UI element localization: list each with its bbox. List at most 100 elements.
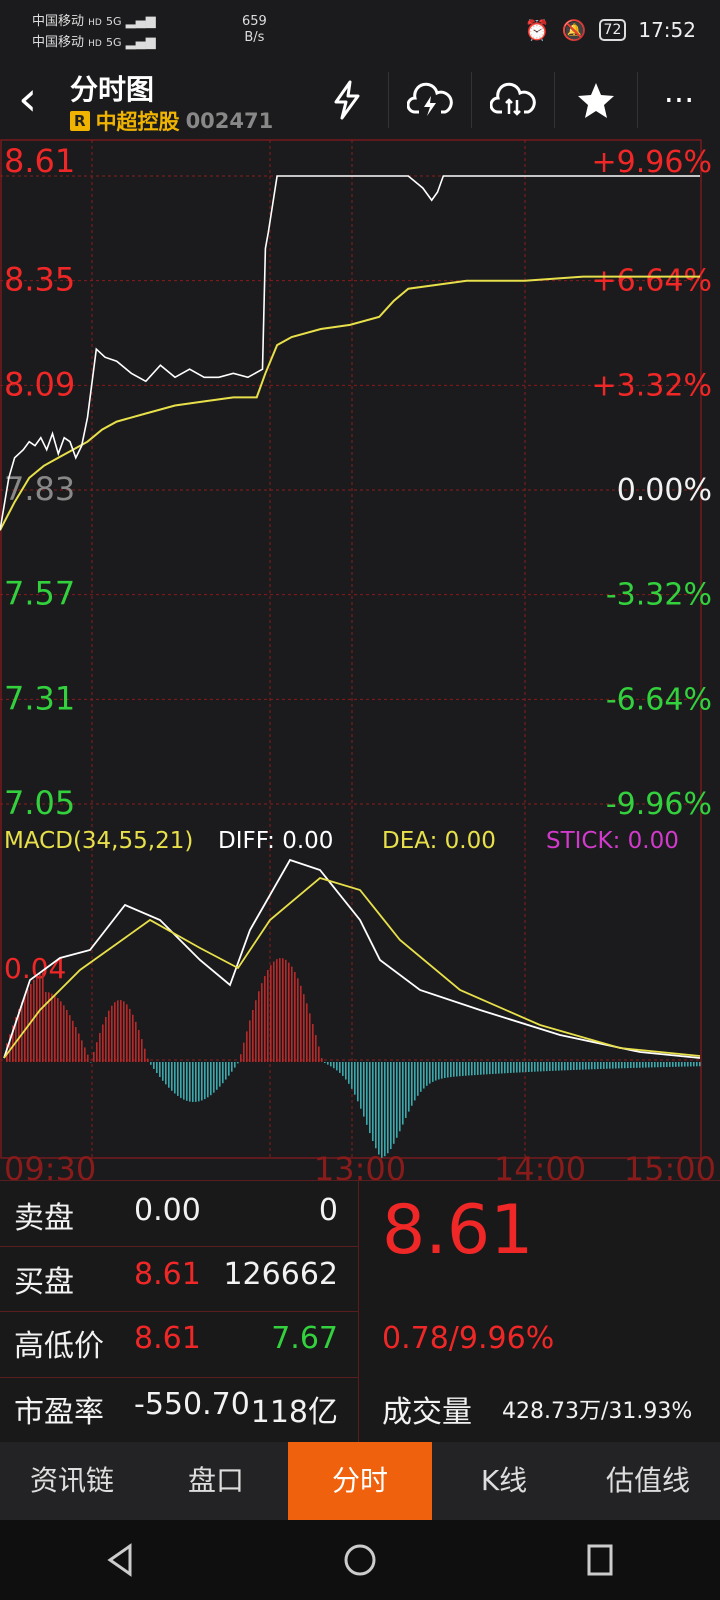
carrier-1: 中国移动: [32, 14, 85, 29]
macd-bar: [90, 1062, 92, 1063]
toolbar-icons: ···: [306, 72, 720, 128]
macd-bar: [177, 1062, 179, 1096]
network-type: 5G: [106, 15, 122, 28]
macd-bar: [663, 1062, 665, 1068]
price-axis-labels: 8.618.358.097.837.577.317.05: [4, 142, 75, 822]
hd-badge-2: HD: [88, 39, 102, 49]
macd-bar: [447, 1062, 449, 1078]
macd-bar: [381, 1062, 383, 1158]
macd-bar: [351, 1062, 353, 1089]
tab-intraday[interactable]: 分时: [288, 1442, 432, 1520]
macd-bar: [477, 1062, 479, 1075]
macd-bar: [393, 1062, 395, 1144]
tab-kline[interactable]: K线: [432, 1442, 576, 1520]
macd-bar: [300, 985, 302, 1062]
sell-price: 0.00: [134, 1193, 201, 1228]
macd-bar: [420, 1062, 422, 1092]
macd-bar: [120, 1000, 122, 1062]
star-icon[interactable]: [554, 72, 637, 128]
price-change: 0.78/9.96%: [382, 1321, 555, 1356]
macd-bar: [573, 1062, 575, 1070]
macd-bar: [336, 1062, 338, 1071]
tab-news-chain[interactable]: 资讯链: [0, 1442, 144, 1520]
row-divider: [0, 1246, 358, 1247]
macd-bar: [423, 1062, 425, 1089]
macd-bar: [258, 991, 260, 1062]
macd-bar: [216, 1062, 218, 1090]
panel-divider: [358, 1181, 359, 1443]
macd-bar: [648, 1062, 650, 1068]
macd-bar: [624, 1062, 626, 1069]
macd-bar: [66, 1009, 68, 1062]
macd-bar: [645, 1062, 647, 1068]
percent-axis-labels: +9.96% +6.64% +3.32% 0.00% -3.32% -6.64% -9.96…: [592, 145, 712, 822]
macd-bar: [540, 1062, 542, 1072]
time-axis-labels: 09:30 13:00 14:00 15:00: [4, 1150, 716, 1180]
macd-bar: [696, 1062, 698, 1067]
macd-bar: [669, 1062, 671, 1067]
cloud-lightning-icon[interactable]: [388, 72, 471, 128]
macd-bar: [585, 1062, 587, 1070]
macd-bar: [93, 1051, 95, 1062]
macd-bar: [297, 978, 299, 1062]
macd-bar: [57, 998, 59, 1062]
macd-bar: [204, 1062, 206, 1100]
macd-bar: [396, 1062, 398, 1138]
macd-bar: [408, 1062, 410, 1112]
macd-bar: [504, 1062, 506, 1074]
macd-bar: [375, 1062, 377, 1149]
tab-order-book[interactable]: 盘口: [144, 1442, 288, 1520]
macd-bar: [303, 994, 305, 1062]
macd-bar: [426, 1062, 428, 1086]
macd-bar: [294, 971, 296, 1062]
macd-bar: [75, 1027, 77, 1062]
back-arrow-icon[interactable]: ‹: [18, 74, 37, 124]
nav-home-icon[interactable]: [342, 1542, 378, 1578]
macd-bar: [213, 1062, 215, 1093]
macd-bar: [309, 1013, 311, 1062]
nav-recents-icon[interactable]: [582, 1542, 618, 1578]
macd-bar: [72, 1020, 74, 1062]
macd-bar: [225, 1062, 227, 1080]
network-speed: 659 B/s: [242, 14, 267, 46]
macd-bar: [228, 1062, 230, 1076]
macd-bar: [459, 1062, 461, 1077]
macd-bar: [141, 1039, 143, 1062]
buy-price: 8.61: [134, 1257, 201, 1292]
lightning-icon[interactable]: [306, 72, 388, 128]
macd-bar: [402, 1062, 404, 1125]
macd-bar: [237, 1062, 239, 1064]
macd-bar: [162, 1062, 164, 1081]
macd-bar: [129, 1008, 131, 1062]
speed-value: 659: [242, 14, 267, 29]
bottom-tabs: 资讯链 盘口 分时 K线 估值线: [0, 1442, 720, 1520]
quote-panel: 卖盘 0.00 0 买盘 8.61 126662 高低价 8.61 7.67 市…: [0, 1180, 720, 1443]
macd-bar: [174, 1062, 176, 1094]
tab-valuation[interactable]: 估值线: [576, 1442, 720, 1520]
macd-bar: [123, 1001, 125, 1062]
macd-bar: [261, 983, 263, 1062]
stock-code: 002471: [185, 109, 274, 133]
macd-bar: [135, 1021, 137, 1062]
intraday-chart: 8.618.358.097.837.577.317.05 +9.96%+6.64…: [0, 139, 716, 1180]
macd-bar: [489, 1062, 491, 1075]
time-tick-label: 14:00: [494, 1150, 586, 1180]
signal-icon-2: ▂▄▆: [125, 35, 156, 50]
macd-bar: [606, 1062, 608, 1069]
macd-bar: [327, 1062, 329, 1065]
macd-bar: [342, 1062, 344, 1076]
macd-bar: [153, 1062, 155, 1069]
nav-back-icon[interactable]: [102, 1542, 138, 1578]
macd-bar: [144, 1048, 146, 1062]
mute-icon: 🔕: [561, 18, 587, 42]
macd-bar: [534, 1062, 536, 1072]
macd-bar: [285, 959, 287, 1062]
macd-bar: [618, 1062, 620, 1069]
cloud-sync-icon[interactable]: [471, 72, 554, 128]
more-icon[interactable]: ···: [637, 72, 720, 128]
buy-label: 买盘: [14, 1265, 74, 1300]
macd-bar: [651, 1062, 653, 1068]
macd-bar: [339, 1062, 341, 1073]
macd-bar: [543, 1062, 545, 1072]
percent-tick-label: +3.32%: [592, 368, 712, 403]
